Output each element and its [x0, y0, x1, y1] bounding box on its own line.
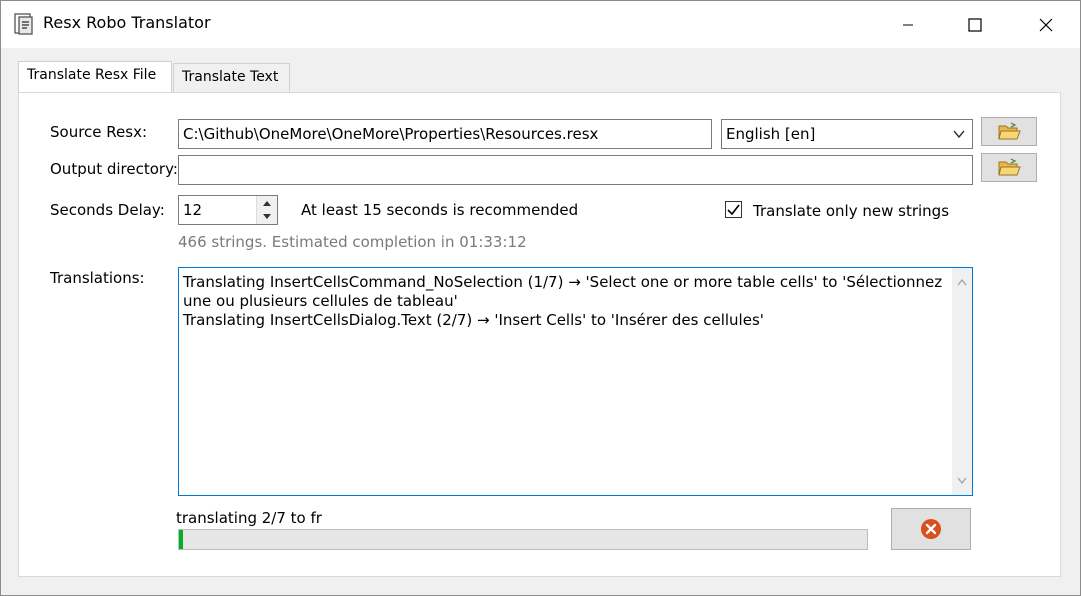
chevron-down-icon: [957, 477, 967, 485]
translations-log[interactable]: Translating InsertCellsCommand_NoSelecti…: [178, 267, 973, 496]
window-title: Resx Robo Translator: [43, 13, 211, 32]
progress-bar: [178, 529, 868, 550]
tab-panel: Source Resx: C:\Github\OneMore\OneMore\P…: [18, 92, 1061, 577]
translations-content: Translating InsertCellsCommand_NoSelecti…: [183, 273, 947, 330]
log-line: Translating InsertCellsDialog.Text (2/7)…: [183, 311, 764, 329]
chevron-down-icon: [953, 130, 965, 139]
stepper-down-button[interactable]: [257, 210, 277, 224]
app-window: Resx Robo Translator Translate Resx File…: [0, 0, 1081, 596]
cancel-x-icon: [921, 519, 941, 539]
title-bar: Resx Robo Translator: [1, 1, 1080, 48]
source-resx-label: Source Resx:: [50, 123, 148, 141]
caret-up-icon: [263, 201, 271, 206]
folder-open-icon: [998, 157, 1021, 175]
cancel-button[interactable]: [891, 508, 971, 550]
progress-fill: [179, 530, 183, 549]
language-select[interactable]: English [en]: [721, 119, 973, 149]
tab-translate-resx-file[interactable]: Translate Resx File: [18, 61, 172, 92]
chevron-up-icon: [957, 278, 967, 286]
close-button[interactable]: [1019, 1, 1073, 48]
document-icon: [14, 13, 33, 35]
estimate-text: 466 strings. Estimated completion in 01:…: [178, 233, 527, 251]
seconds-delay-stepper[interactable]: 12: [178, 195, 278, 225]
tab-translate-text[interactable]: Translate Text: [173, 63, 290, 92]
browse-source-button[interactable]: [981, 117, 1037, 146]
seconds-delay-value: 12: [183, 201, 203, 219]
output-directory-label: Output directory:: [50, 160, 178, 178]
translate-only-new-label: Translate only new strings: [753, 202, 950, 220]
output-directory-input[interactable]: [178, 155, 973, 185]
progress-status: translating 2/7 to fr: [176, 509, 322, 527]
stepper-buttons: [256, 196, 277, 224]
scroll-up-button[interactable]: [952, 272, 972, 292]
source-resx-value: C:\Github\OneMore\OneMore\Properties\Res…: [183, 125, 599, 143]
translate-only-new-checkbox[interactable]: [725, 201, 742, 218]
caret-down-icon: [263, 214, 271, 219]
tab-label: Translate Text: [182, 69, 279, 85]
tab-label: Translate Resx File: [27, 67, 157, 83]
minimize-icon: [903, 24, 913, 25]
language-value: English [en]: [726, 125, 816, 143]
delay-hint: At least 15 seconds is recommended: [301, 201, 579, 219]
translations-label: Translations:: [50, 269, 145, 287]
stepper-up-button[interactable]: [257, 196, 277, 211]
scroll-down-button[interactable]: [952, 471, 972, 491]
vertical-scrollbar[interactable]: [952, 268, 972, 495]
minimize-button[interactable]: [881, 1, 935, 48]
log-line: Translating InsertCellsCommand_NoSelecti…: [183, 273, 943, 310]
maximize-icon: [968, 17, 982, 32]
seconds-delay-label: Seconds Delay:: [50, 201, 165, 219]
browse-output-button[interactable]: [981, 153, 1037, 182]
source-resx-input[interactable]: C:\Github\OneMore\OneMore\Properties\Res…: [178, 119, 712, 149]
close-icon: [1039, 18, 1053, 31]
folder-open-icon: [998, 121, 1021, 139]
maximize-button[interactable]: [948, 1, 1002, 48]
checkmark-icon: [727, 204, 740, 216]
